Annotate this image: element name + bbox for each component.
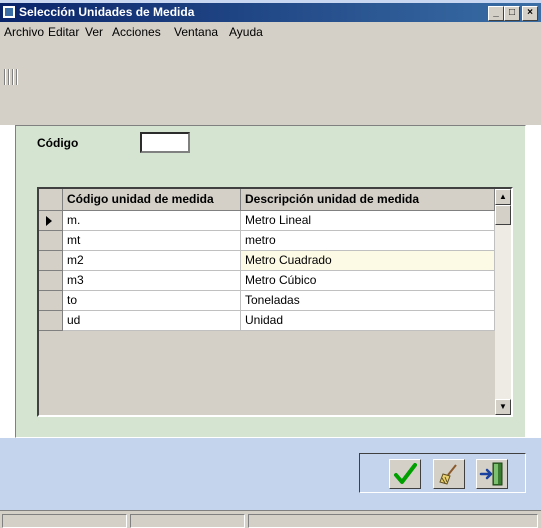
menu-editar[interactable]: Editar [48,25,79,39]
grid-cell-description-current[interactable]: Metro Cuadrado [241,251,495,271]
minimize-button[interactable]: _ [488,6,504,21]
checkmark-icon [394,463,417,484]
grid-cell-code[interactable]: m2 [63,251,241,271]
current-row-arrow-icon [46,216,52,226]
selection-panel: Código Código unidad de medida Descripci… [15,125,526,438]
row-selector[interactable] [39,231,63,251]
grid-cell-code[interactable]: mt [63,231,241,251]
action-button-group [359,453,526,493]
toolbar-grip[interactable] [12,69,13,85]
toolbar [0,41,541,125]
grid-corner-header [39,189,63,211]
grid-cell-description[interactable]: Toneladas [241,291,495,311]
status-pane [2,514,127,528]
toolbar-grip[interactable] [8,69,9,85]
column-header-description[interactable]: Descripción unidad de medida [241,189,495,211]
exit-door-icon [479,462,503,486]
row-selector[interactable] [39,291,63,311]
window-titlebar[interactable]: Selección Unidades de Medida _ □ × [0,3,541,22]
menu-ventana[interactable]: Ventana [174,25,218,39]
menu-acciones[interactable]: Acciones [112,25,161,39]
grid-cell-description[interactable]: Metro Lineal [241,211,495,231]
toolbar-grip[interactable] [16,69,17,85]
menu-ver[interactable]: Ver [85,25,103,39]
grid-cell-code[interactable]: ud [63,311,241,331]
codigo-input[interactable] [140,132,190,153]
grid-cell-description[interactable]: Metro Cúbico [241,271,495,291]
grid-cell-code[interactable]: m. [63,211,241,231]
row-selector[interactable] [39,211,63,231]
bottom-action-area [0,438,541,510]
clear-button[interactable] [433,459,465,489]
restore-button[interactable]: □ [504,6,520,21]
menu-bar: Archivo Editar Ver Acciones Ventana Ayud… [0,22,541,41]
row-selector[interactable] [39,271,63,291]
menu-archivo[interactable]: Archivo [4,25,44,39]
toolbar-grip[interactable] [4,69,5,85]
row-selector[interactable] [39,251,63,271]
grid-cell-description[interactable]: metro [241,231,495,251]
codigo-label: Código [37,136,79,150]
scroll-thumb[interactable] [495,205,511,225]
menu-ayuda[interactable]: Ayuda [229,25,263,39]
broom-icon [439,464,457,485]
exit-button[interactable] [476,459,508,489]
grid-vertical-scrollbar[interactable]: ▲ ▼ [495,189,511,415]
scroll-up-button[interactable]: ▲ [495,189,511,205]
status-pane [130,514,245,528]
status-bar [0,510,541,528]
close-button[interactable]: × [522,6,538,21]
accept-button[interactable] [389,459,421,489]
grid-cell-description[interactable]: Unidad [241,311,495,331]
app-icon [3,6,15,18]
grid-cell-code[interactable]: m3 [63,271,241,291]
units-grid: Código unidad de medida Descripción unid… [37,187,513,417]
status-pane [248,514,538,528]
grid-cell-code[interactable]: to [63,291,241,311]
row-selector[interactable] [39,311,63,331]
column-header-code[interactable]: Código unidad de medida [63,189,241,211]
scroll-down-button[interactable]: ▼ [495,399,511,415]
window-title: Selección Unidades de Medida [19,5,195,19]
